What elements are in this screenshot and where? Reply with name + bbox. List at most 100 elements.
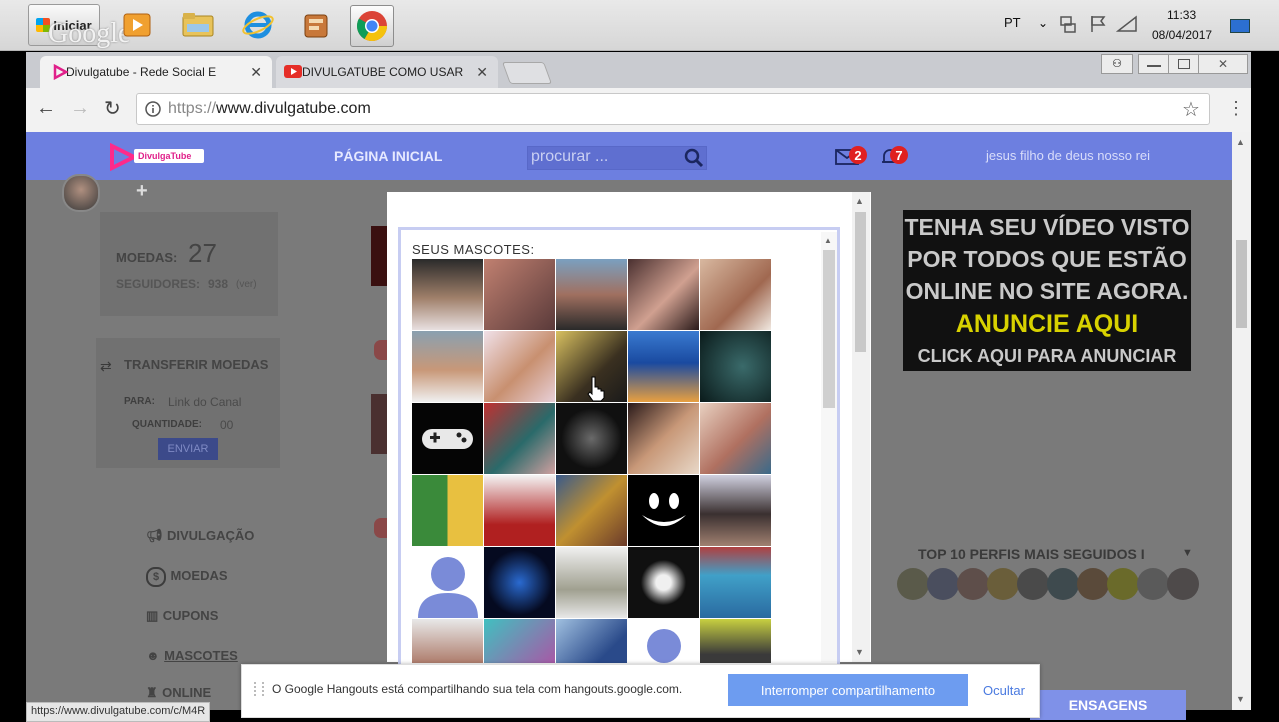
- mascot-thumbnail[interactable]: [484, 547, 555, 618]
- tab-divulgatube[interactable]: Divulgatube - Rede Social E ✕: [40, 56, 272, 88]
- search-icon[interactable]: [684, 148, 704, 168]
- reload-icon[interactable]: ↻: [104, 96, 121, 121]
- menu-moedas[interactable]: $ MOEDAS: [146, 567, 228, 587]
- window-close-button[interactable]: ✕: [1198, 54, 1248, 74]
- mascot-thumbnail[interactable]: [700, 475, 771, 546]
- close-icon[interactable]: ✕: [250, 64, 262, 81]
- mascot-thumbnail[interactable]: [484, 475, 555, 546]
- clock-time[interactable]: 11:33: [1167, 8, 1196, 22]
- mascot-thumbnail[interactable]: [700, 403, 771, 474]
- page-scrollbar[interactable]: [1232, 132, 1251, 710]
- top-profile-avatar[interactable]: [987, 568, 1019, 600]
- mascot-thumbnail[interactable]: [484, 619, 555, 663]
- top-profile-avatar[interactable]: [1017, 568, 1049, 600]
- top-profile-avatar[interactable]: [1137, 568, 1169, 600]
- forward-arrow-icon[interactable]: →: [70, 97, 90, 120]
- top-profile-avatar[interactable]: [897, 568, 929, 600]
- top-profile-avatar[interactable]: [1107, 568, 1139, 600]
- signal-icon[interactable]: [1116, 14, 1138, 34]
- menu-online[interactable]: ♜ ONLINE: [146, 684, 211, 702]
- network-icon[interactable]: [1058, 14, 1078, 34]
- mascot-thumbnail[interactable]: [628, 259, 699, 330]
- mascot-thumbnail[interactable]: [556, 619, 627, 663]
- mascots-scrollbar-thumb[interactable]: [823, 250, 835, 408]
- feed-thumbnail[interactable]: [374, 340, 388, 360]
- mascot-thumbnail[interactable]: [412, 619, 483, 663]
- taskbar-chrome[interactable]: [350, 5, 394, 47]
- top-profile-avatar[interactable]: [957, 568, 989, 600]
- feed-thumbnail[interactable]: [371, 394, 387, 454]
- followers-view-link[interactable]: (ver): [236, 279, 257, 290]
- feed-thumbnail[interactable]: [371, 226, 387, 286]
- messages-button[interactable]: ENSAGENS: [1030, 690, 1186, 720]
- mascot-thumbnail[interactable]: [628, 403, 699, 474]
- back-arrow-icon[interactable]: ←: [36, 97, 56, 120]
- taskbar-app-tool[interactable]: [295, 5, 337, 45]
- flag-icon[interactable]: [1088, 14, 1108, 34]
- nav-home-link[interactable]: PÁGINA INICIAL: [334, 148, 442, 164]
- minimize-button[interactable]: [1138, 54, 1170, 74]
- modal-scrollbar-thumb[interactable]: [855, 212, 866, 352]
- stop-sharing-button[interactable]: Interromper compartilhamento: [728, 674, 968, 706]
- advertisement-banner[interactable]: TENHA SEU VÍDEO VISTO POR TODOS QUE ESTÃ…: [903, 210, 1191, 371]
- mascot-thumbnail[interactable]: [556, 403, 627, 474]
- mascot-thumbnail[interactable]: [484, 259, 555, 330]
- menu-cupons[interactable]: ▥ CUPONS: [146, 607, 218, 625]
- mascot-thumbnail[interactable]: [700, 547, 771, 618]
- channel-link-input[interactable]: Link do Canal: [168, 395, 241, 409]
- mascot-thumbnail[interactable]: [484, 403, 555, 474]
- mascot-thumbnail[interactable]: [412, 403, 483, 474]
- site-logo[interactable]: DivulgaTube: [108, 143, 206, 171]
- mascot-thumbnail[interactable]: [556, 547, 627, 618]
- mascot-thumbnail[interactable]: [412, 331, 483, 402]
- taskbar-file-explorer[interactable]: [177, 5, 219, 45]
- mascot-thumbnail[interactable]: [484, 331, 555, 402]
- chevron-down-icon[interactable]: ▼: [1182, 547, 1193, 559]
- new-tab-button[interactable]: [501, 62, 553, 84]
- menu-divulgacao[interactable]: 📢︎ DIVULGAÇÃO: [146, 527, 254, 545]
- mascot-thumbnail[interactable]: [700, 259, 771, 330]
- user-name-link[interactable]: jesus filho de deus nosso rei: [986, 148, 1150, 163]
- tray-expand-icon[interactable]: ⌄: [1038, 16, 1048, 30]
- feed-thumbnail[interactable]: [374, 518, 388, 538]
- clock-date[interactable]: 08/04/2017: [1152, 28, 1212, 42]
- mascot-thumbnail[interactable]: [628, 547, 699, 618]
- info-icon[interactable]: [145, 101, 161, 117]
- show-desktop-icon[interactable]: [1230, 19, 1250, 33]
- scroll-up-icon[interactable]: ▲: [824, 236, 832, 245]
- mascot-thumbnail[interactable]: [628, 331, 699, 402]
- profile-icon[interactable]: ⚇: [1101, 54, 1133, 74]
- page-scrollbar-thumb[interactable]: [1236, 240, 1247, 328]
- mascot-thumbnail[interactable]: [700, 331, 771, 402]
- mascot-thumbnail[interactable]: [628, 475, 699, 546]
- top-profile-avatar[interactable]: [1167, 568, 1199, 600]
- quantity-input[interactable]: 00: [220, 418, 233, 432]
- mascot-thumbnail[interactable]: [412, 259, 483, 330]
- language-indicator[interactable]: PT: [1004, 15, 1021, 30]
- add-icon[interactable]: +: [136, 180, 148, 203]
- mascot-thumbnail[interactable]: [412, 475, 483, 546]
- tab-divulgatube-como-usar[interactable]: DIVULGATUBE COMO USAR ✕: [276, 56, 498, 88]
- mascot-thumbnail[interactable]: [700, 619, 771, 663]
- top-profile-avatar[interactable]: [1077, 568, 1109, 600]
- avatar[interactable]: [62, 174, 100, 212]
- scroll-down-icon[interactable]: ▼: [855, 647, 864, 657]
- mascot-thumbnail[interactable]: [556, 259, 627, 330]
- menu-mascotes[interactable]: ☻ MASCOTES: [146, 647, 238, 665]
- drag-handle-icon[interactable]: [254, 682, 264, 696]
- hide-button[interactable]: Ocultar: [983, 683, 1025, 698]
- bookmark-star-icon[interactable]: ☆: [1182, 97, 1200, 122]
- close-icon[interactable]: ✕: [476, 64, 488, 81]
- scroll-up-icon[interactable]: ▲: [1236, 137, 1245, 147]
- menu-dots-icon[interactable]: ⋮: [1227, 98, 1245, 119]
- send-button[interactable]: ENVIAR: [158, 438, 218, 460]
- mascot-thumbnail[interactable]: [412, 547, 483, 618]
- restore-button[interactable]: [1168, 54, 1200, 74]
- mascot-thumbnail[interactable]: [628, 619, 699, 663]
- taskbar-media-player[interactable]: [116, 5, 158, 45]
- top-profile-avatar[interactable]: [927, 568, 959, 600]
- scroll-down-icon[interactable]: ▼: [1236, 694, 1245, 704]
- scroll-up-icon[interactable]: ▲: [855, 196, 864, 206]
- taskbar-internet-explorer[interactable]: [237, 5, 279, 45]
- top-profile-avatar[interactable]: [1047, 568, 1079, 600]
